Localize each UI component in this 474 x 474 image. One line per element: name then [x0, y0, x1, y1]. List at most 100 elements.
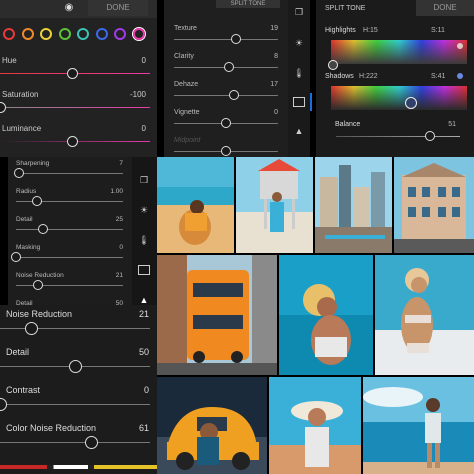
slider-track[interactable] — [174, 39, 278, 40]
slider-track[interactable] — [0, 404, 150, 405]
balance-track[interactable] — [336, 136, 460, 137]
slider-track[interactable] — [0, 107, 150, 108]
crop-icon[interactable]: ❐ — [138, 175, 150, 185]
slider-track[interactable] — [174, 95, 278, 96]
slider-label: Detail — [6, 347, 30, 357]
slider-track[interactable] — [16, 229, 123, 230]
light-icon[interactable]: ☀ — [138, 205, 150, 215]
shadows-dot — [457, 73, 463, 79]
yellow-car-photo[interactable] — [157, 377, 267, 474]
bikini-boat-photo[interactable] — [375, 255, 474, 375]
slider-track[interactable] — [16, 285, 123, 286]
slider-value: 8 — [274, 53, 278, 60]
slider-label: Midpoint — [174, 137, 201, 144]
slider-value: 21 — [115, 272, 123, 279]
highlights-hue: H:15 — [363, 27, 378, 34]
highlights-knob[interactable] — [328, 60, 338, 70]
effects-icon[interactable] — [138, 265, 150, 275]
slider-label: Noise Reduction — [6, 309, 73, 319]
color-temp-icon[interactable]: 🌡 — [293, 68, 305, 78]
slider-value: 19 — [270, 25, 278, 32]
shadows-hue: H:222 — [359, 73, 378, 80]
slider-knob[interactable] — [0, 397, 7, 411]
slider-label: Masking — [16, 244, 41, 251]
effects-icon[interactable] — [293, 97, 305, 107]
color-strip — [0, 465, 157, 469]
slider-knob[interactable] — [66, 67, 78, 79]
split-tone-panel: SPLIT TONE DONE Highlights H:15 S:11 Sha… — [316, 0, 474, 157]
slider-value: 0 — [119, 244, 123, 251]
color-swatch[interactable] — [132, 28, 145, 40]
split-tone-header[interactable]: SPLIT TONE — [216, 0, 280, 8]
slider-value: 0 — [274, 109, 278, 116]
slider-knob[interactable] — [224, 62, 235, 72]
slider-knob[interactable] — [0, 101, 6, 113]
slider-knob[interactable] — [221, 146, 231, 156]
slider-value: -100 — [129, 90, 146, 99]
color-swatch[interactable] — [95, 28, 108, 40]
sunhat-photo[interactable] — [269, 377, 361, 474]
color-swatch-row — [3, 28, 153, 42]
red-bus-photo[interactable] — [157, 255, 277, 375]
slider-track[interactable] — [0, 328, 150, 329]
slider-knob[interactable] — [229, 90, 240, 100]
sea-swimsuit-photo[interactable] — [363, 377, 474, 474]
large-detail-panel: Noise Reduction 21 Detail 50 Contrast 0 Color … — [0, 305, 157, 474]
lifeguard-tower-photo[interactable] — [236, 157, 313, 253]
slider-knob[interactable] — [37, 224, 48, 234]
slider-label: Saturation — [2, 90, 39, 99]
color-picker-icon[interactable]: ◉ — [62, 3, 76, 15]
highlights-sat: S:11 — [431, 27, 445, 34]
balance-label: Balance — [335, 121, 361, 128]
slider-knob[interactable] — [11, 252, 21, 262]
slider-label: Luminance — [2, 124, 42, 133]
slider-knob[interactable] — [33, 280, 44, 290]
color-swatch[interactable] — [21, 28, 34, 40]
slider-value: 25 — [115, 216, 123, 223]
slider-knob[interactable] — [85, 435, 98, 449]
slider-knob[interactable] — [231, 34, 242, 44]
slider-label: Sharpening — [16, 160, 50, 167]
slider-knob[interactable] — [221, 118, 231, 128]
highlights-color-picker[interactable] — [331, 40, 467, 64]
shadows-color-picker[interactable] — [331, 86, 467, 110]
detail-icon[interactable]: ▲ — [138, 295, 150, 305]
color-swatch[interactable] — [58, 28, 71, 40]
slider-knob[interactable] — [68, 359, 82, 373]
color-swatch[interactable] — [3, 28, 15, 40]
slider-label: Texture — [174, 25, 197, 32]
slider-label: Detail — [16, 216, 33, 223]
slider-label: Noise Reduction — [16, 272, 64, 279]
color-swatch[interactable] — [40, 28, 52, 40]
side-toolbar: ❐ ☀ 🌡 ▲ — [288, 0, 310, 157]
color-swatch[interactable] — [77, 28, 89, 40]
slider-label: Dehaze — [174, 81, 199, 88]
done-button[interactable]: DONE — [88, 0, 148, 16]
slider-track[interactable] — [16, 173, 123, 174]
historic-building-photo[interactable] — [394, 157, 474, 253]
highlights-dot — [457, 43, 463, 49]
slider-value: 0 — [141, 124, 146, 133]
detail-icon[interactable]: ▲ — [293, 126, 305, 136]
slider-label: Contrast — [6, 385, 41, 395]
crop-icon[interactable]: ❐ — [293, 7, 305, 17]
balance-knob[interactable] — [425, 131, 436, 141]
shadows-sat: S:41 — [431, 73, 446, 80]
city-skyline-photo[interactable] — [315, 157, 392, 253]
split-tone-title: SPLIT TONE — [325, 5, 366, 12]
shadows-knob[interactable] — [405, 97, 417, 109]
slider-knob[interactable] — [14, 168, 25, 178]
done-button[interactable]: DONE — [416, 0, 474, 16]
color-temp-icon[interactable]: 🌡 — [138, 235, 150, 245]
slider-value: 50 — [138, 347, 149, 357]
slider-knob[interactable] — [32, 196, 43, 206]
water-portrait-photo[interactable] — [279, 255, 373, 375]
color-swatch[interactable] — [114, 28, 126, 40]
slider-track[interactable] — [0, 442, 150, 443]
beach-girl-photo[interactable] — [157, 157, 234, 253]
slider-knob[interactable] — [66, 135, 78, 147]
light-icon[interactable]: ☀ — [293, 38, 305, 48]
slider-track[interactable] — [16, 257, 123, 258]
slider-knob[interactable] — [25, 321, 38, 335]
slider-value: 61 — [138, 423, 149, 433]
